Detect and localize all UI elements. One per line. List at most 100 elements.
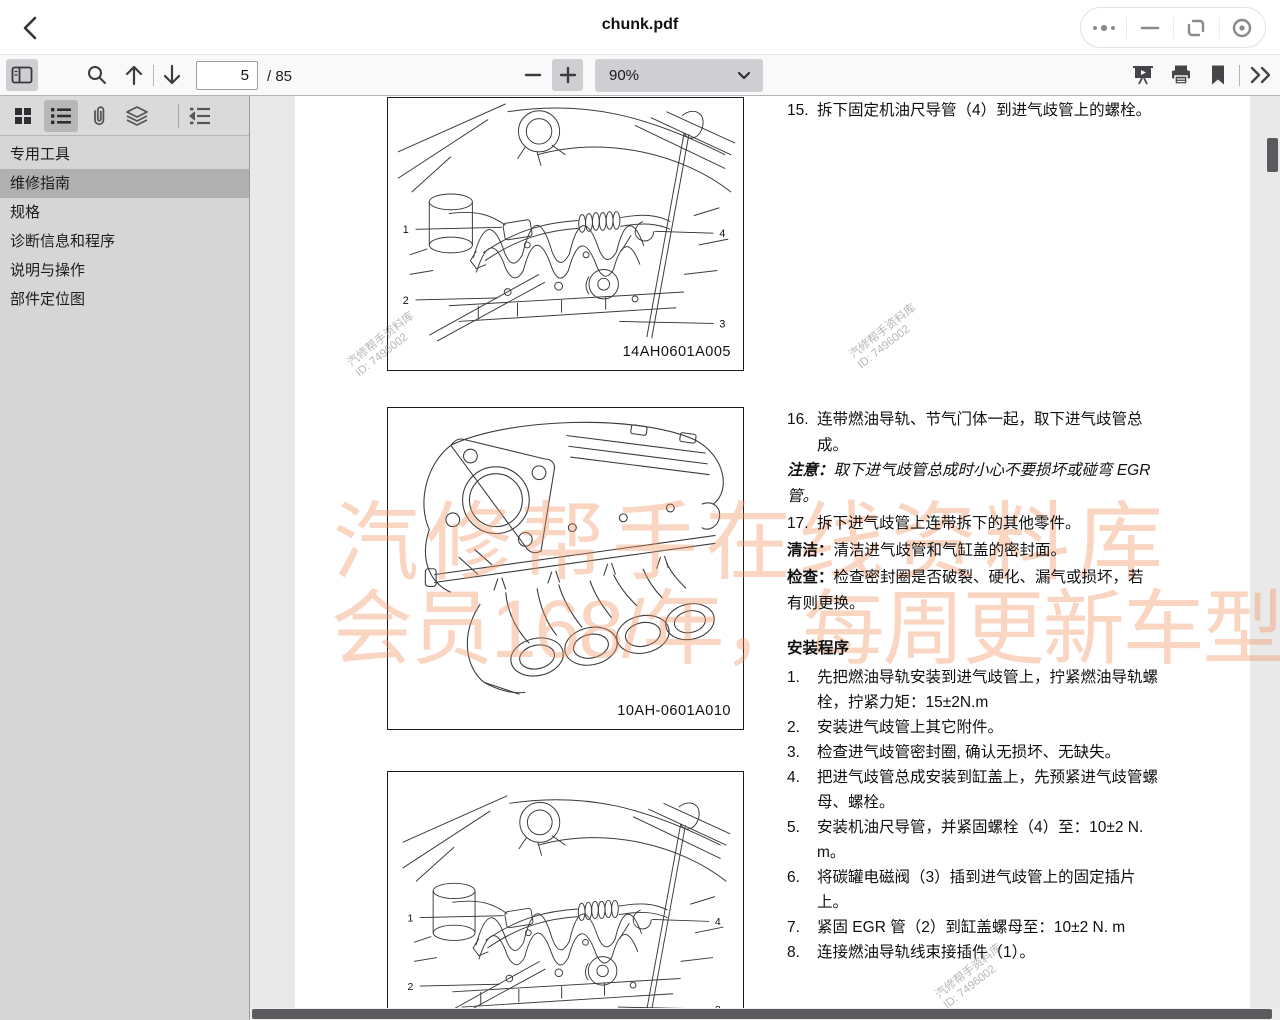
- restore-icon: [1186, 18, 1206, 38]
- install-step: 5.安装机油尺导管，并紧固螺栓（4）至：10±2 N. m。: [787, 815, 1159, 865]
- previous-page-button[interactable]: [119, 59, 149, 91]
- chevron-down-icon: [737, 71, 751, 80]
- zoom-select[interactable]: 90%: [595, 59, 763, 92]
- step-16: 16. 连带燃油导轨、节气门体一起，取下进气歧管总成。: [787, 407, 1159, 459]
- step-text: 连带燃油导轨、节气门体一起，取下进气歧管总成。: [817, 407, 1159, 459]
- attachments-button[interactable]: [82, 100, 116, 132]
- search-button[interactable]: [82, 59, 112, 91]
- step-15: 15. 拆下固定机油尺导管（4）到进气歧管上的螺栓。: [787, 98, 1159, 124]
- vertical-scrollbar-thumb[interactable]: [1267, 138, 1278, 172]
- clean-paragraph: 清洁：清洁进气歧管和气缸盖的密封面。: [787, 538, 1159, 564]
- install-step: 7.紧固 EGR 管（2）到缸盖螺母至：10±2 N. m: [787, 915, 1159, 940]
- sidebar-item-instructions[interactable]: 说明与操作: [0, 256, 249, 285]
- step-number: 16.: [787, 407, 817, 459]
- pdf-viewer-area[interactable]: 1 2 3 4: [250, 96, 1280, 1020]
- figure-intake-manifold: 10AH-0601A010: [387, 407, 744, 730]
- step-number: 17.: [787, 511, 817, 537]
- more-tools-button[interactable]: [1246, 59, 1276, 91]
- install-heading: 安装程序: [787, 636, 1159, 662]
- sidebar: 专用工具 维修指南 规格 诊断信息和程序 说明与操作 部件定位图: [0, 96, 250, 1020]
- sidebar-item-diagnostics[interactable]: 诊断信息和程序: [0, 227, 249, 256]
- zoom-value: 90%: [595, 67, 737, 84]
- sidebar-item-special-tools[interactable]: 专用工具: [0, 140, 249, 169]
- minimize-icon: [1140, 25, 1160, 31]
- note-label: 注意：: [787, 462, 834, 479]
- inspect-paragraph: 检查：检查密封圈是否破裂、硬化、漏气或损坏，若有则更换。: [787, 565, 1159, 617]
- sidebar-item-component-location[interactable]: 部件定位图: [0, 285, 249, 314]
- pdf-page: 1 2 3 4: [295, 96, 1250, 1020]
- next-page-button[interactable]: [157, 59, 187, 91]
- watermark-id-stamp: 汽修帮手资料库 ID: 7496002: [848, 302, 927, 372]
- plus-icon: [559, 66, 577, 84]
- title-bar: chunk.pdf: [0, 0, 1280, 55]
- presentation-icon: [1132, 64, 1154, 86]
- target-button[interactable]: [1220, 8, 1265, 47]
- manifold-line-art: [388, 410, 742, 704]
- figure-label: 14AH0601A005: [619, 344, 731, 360]
- print-icon: [1170, 64, 1192, 86]
- zoom-in-button[interactable]: [552, 59, 583, 91]
- print-button[interactable]: [1166, 59, 1196, 91]
- page-total-label: / 85: [267, 68, 292, 85]
- step-17: 17. 拆下进气歧管上连带拆下的其他零件。: [787, 511, 1159, 537]
- pdf-viewer-app: chunk.pdf: [0, 0, 1280, 1020]
- outline-icon: [50, 106, 72, 126]
- current-outline-item-button[interactable]: [183, 100, 217, 132]
- arrow-up-icon: [124, 63, 144, 87]
- layers-icon: [125, 105, 149, 127]
- inspect-label: 检查：: [787, 569, 834, 586]
- sidebar-toolbar: [0, 96, 249, 136]
- search-icon: [86, 64, 108, 86]
- window-controls: [1080, 7, 1266, 48]
- sidebar-toolbar-divider: [178, 104, 179, 128]
- step-text: 拆下固定机油尺导管（4）到进气歧管上的螺栓。: [817, 98, 1159, 124]
- minus-icon: [524, 72, 542, 78]
- install-step: 3.检查进气歧管密封圈, 确认无损坏、无缺失。: [787, 740, 1159, 765]
- figure-label: 10AH-0601A010: [613, 703, 731, 719]
- attachment-icon: [89, 105, 109, 127]
- install-step: 6.将碳罐电磁阀（3）插到进气歧管上的固定插片上。: [787, 865, 1159, 915]
- double-chevron-icon: [1249, 66, 1273, 84]
- toolbar-divider: [153, 65, 154, 86]
- install-step: 4.把进气歧管总成安装到缸盖上，先预紧进气歧管螺母、螺栓。: [787, 765, 1159, 815]
- step-text: 拆下进气歧管上连带拆下的其他零件。: [817, 511, 1159, 537]
- layers-button[interactable]: [120, 100, 154, 132]
- page-number-input[interactable]: [196, 61, 258, 90]
- minimize-button[interactable]: [1127, 8, 1172, 47]
- figure-engine-install: [387, 771, 744, 1020]
- engine-line-art: [388, 98, 742, 343]
- pdf-toolbar: / 85 90%: [0, 55, 1280, 96]
- note-text: 取下进气歧管总成时小心不要损坏或碰弯 EGR 管。: [787, 462, 1150, 505]
- thumbnails-view-button[interactable]: [6, 100, 40, 132]
- outline-list: 专用工具 维修指南 规格 诊断信息和程序 说明与操作 部件定位图: [0, 140, 249, 314]
- bookmark-icon: [1209, 64, 1227, 86]
- presentation-mode-button[interactable]: [1128, 59, 1158, 91]
- figure-engine-removal: 14AH0601A005: [387, 97, 744, 371]
- sidebar-toggle-button[interactable]: [6, 59, 38, 91]
- inspect-text: 检查密封圈是否破裂、硬化、漏气或损坏，若有则更换。: [787, 569, 1144, 612]
- sidebar-item-repair-guide[interactable]: 维修指南: [0, 169, 249, 198]
- install-step: 2.安装进气歧管上其它附件。: [787, 715, 1159, 740]
- target-icon: [1231, 17, 1253, 39]
- horizontal-scrollbar[interactable]: [250, 1008, 1280, 1020]
- zoom-out-button[interactable]: [518, 59, 548, 91]
- step-number: 15.: [787, 98, 817, 124]
- outline-view-button[interactable]: [44, 100, 78, 132]
- install-step: 1.先把燃油导轨安装到进气歧管上，拧紧燃油导轨螺栓，拧紧力矩：15±2N.m: [787, 665, 1159, 715]
- current-outline-item-icon: [189, 106, 211, 126]
- bookmark-button[interactable]: [1203, 59, 1233, 91]
- note-paragraph: 注意：取下进气歧管总成时小心不要损坏或碰弯 EGR 管。: [787, 458, 1159, 510]
- clean-label: 清洁：: [787, 542, 834, 559]
- horizontal-scrollbar-thumb[interactable]: [252, 1009, 1272, 1019]
- engine-line-art: [388, 790, 742, 1020]
- sidebar-item-specs[interactable]: 规格: [0, 198, 249, 227]
- more-dots-icon: [1091, 22, 1117, 34]
- clean-text: 清洁进气歧管和气缸盖的密封面。: [834, 542, 1067, 559]
- restore-button[interactable]: [1174, 8, 1219, 47]
- arrow-down-icon: [162, 63, 182, 87]
- thumbnails-icon: [13, 106, 33, 126]
- toolbar-divider: [1239, 65, 1240, 86]
- install-steps: 1.先把燃油导轨安装到进气歧管上，拧紧燃油导轨螺栓，拧紧力矩：15±2N.m 2…: [787, 665, 1159, 965]
- more-button[interactable]: [1081, 8, 1126, 47]
- sidebar-toggle-icon: [11, 66, 33, 84]
